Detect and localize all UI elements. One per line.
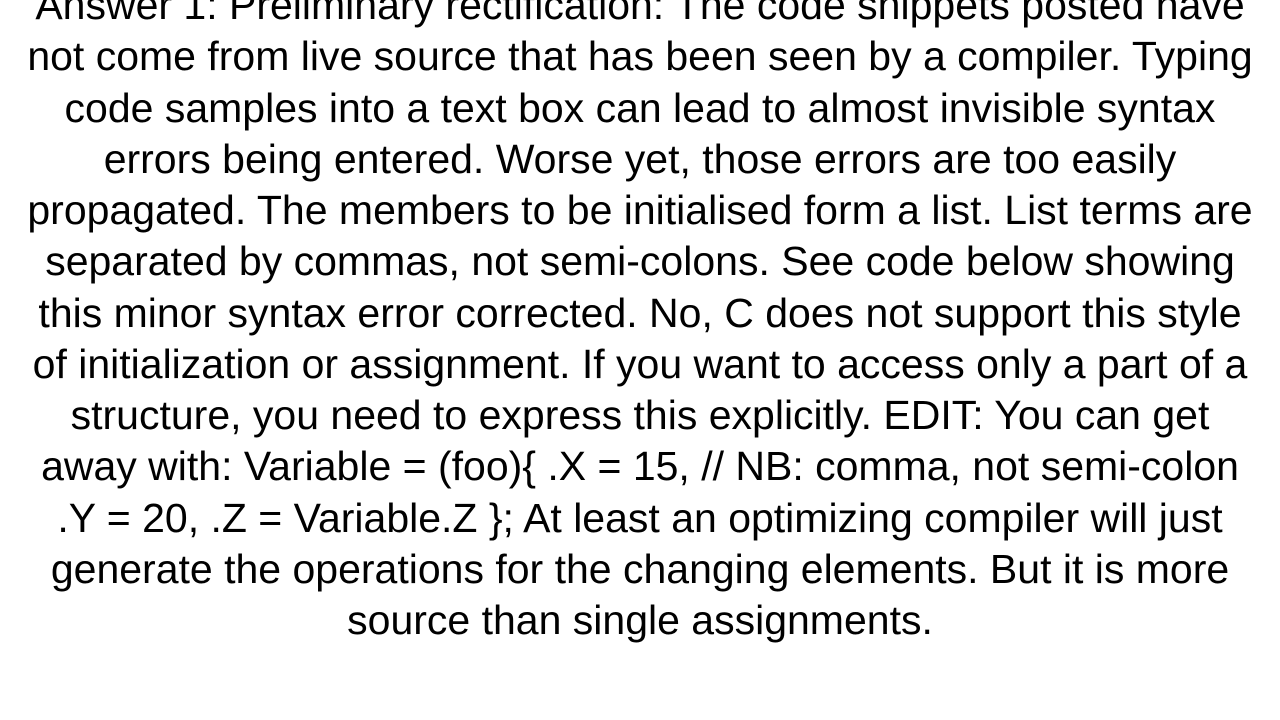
page-container: Answer 1: Preliminary rectification: The… <box>0 0 1280 720</box>
answer-text: Answer 1: Preliminary rectification: The… <box>0 0 1280 646</box>
